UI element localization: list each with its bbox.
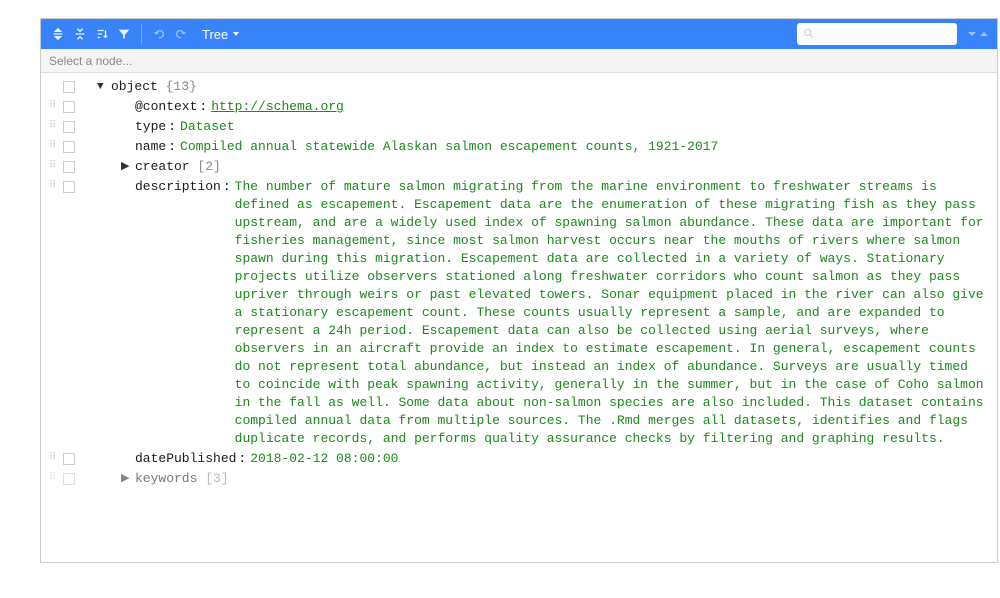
search-next-icon[interactable]	[967, 29, 977, 39]
search-prev-icon[interactable]	[979, 29, 989, 39]
context-menu-icon[interactable]	[63, 81, 75, 93]
drag-handle[interactable]: ⠿	[49, 138, 61, 156]
node-name[interactable]: ⠿ name : Compiled annual statewide Alask…	[41, 137, 997, 157]
collapse-toggle[interactable]: ▼	[97, 78, 111, 96]
mode-dropdown[interactable]: Tree	[202, 27, 240, 42]
undo-icon[interactable]	[150, 25, 168, 43]
node-key[interactable]: type	[135, 118, 166, 136]
node-key[interactable]: creator	[135, 158, 190, 176]
context-menu-icon[interactable]	[63, 121, 75, 133]
node-keywords[interactable]: ⠿ ▶ keywords [3]	[41, 469, 997, 489]
context-menu-icon[interactable]	[63, 453, 75, 465]
node-value[interactable]: The number of mature salmon migrating fr…	[235, 178, 989, 448]
node-value[interactable]: Compiled annual statewide Alaskan salmon…	[180, 138, 718, 156]
node-key[interactable]: datePublished	[135, 450, 236, 468]
mode-label: Tree	[202, 27, 228, 42]
search-box[interactable]	[797, 23, 957, 45]
node-key[interactable]: keywords	[135, 470, 197, 488]
search-icon	[803, 27, 815, 41]
drag-handle[interactable]: ⠿	[49, 158, 61, 176]
node-key[interactable]: name	[135, 138, 166, 156]
node-datepublished[interactable]: ⠿ datePublished : 2018-02-12 08:00:00	[41, 449, 997, 469]
node-count: [3]	[205, 470, 228, 488]
breadcrumb-placeholder: Select a node...	[49, 54, 132, 68]
drag-handle[interactable]: ⠿	[49, 118, 61, 136]
filter-icon[interactable]	[115, 25, 133, 43]
json-editor: Tree Select a node... ▼ object {13} ⠿	[40, 18, 998, 563]
node-key[interactable]: object	[111, 78, 158, 96]
node-root[interactable]: ▼ object {13}	[41, 77, 997, 97]
toolbar: Tree	[41, 19, 997, 49]
expand-toggle[interactable]: ▶	[121, 158, 135, 176]
redo-icon[interactable]	[172, 25, 190, 43]
breadcrumb-bar[interactable]: Select a node...	[41, 49, 997, 73]
drag-handle[interactable]: ⠿	[49, 98, 61, 116]
node-count: {13}	[166, 78, 197, 96]
context-menu-icon[interactable]	[63, 141, 75, 153]
context-menu-icon[interactable]	[63, 473, 75, 485]
expand-all-icon[interactable]	[49, 25, 67, 43]
search-input[interactable]	[819, 27, 951, 41]
sort-icon[interactable]	[93, 25, 111, 43]
drag-handle[interactable]: ⠿	[49, 470, 61, 488]
node-context[interactable]: ⠿ @context : http://schema.org	[41, 97, 997, 117]
context-menu-icon[interactable]	[63, 181, 75, 193]
node-description[interactable]: ⠿ description : The number of mature sal…	[41, 177, 997, 449]
context-menu-icon[interactable]	[63, 101, 75, 113]
drag-handle[interactable]: ⠿	[49, 178, 61, 196]
node-count: [2]	[197, 158, 220, 176]
node-creator[interactable]: ⠿ ▶ creator [2]	[41, 157, 997, 177]
node-key[interactable]: @context	[135, 98, 197, 116]
context-menu-icon[interactable]	[63, 161, 75, 173]
node-key[interactable]: description	[135, 178, 221, 196]
node-type[interactable]: ⠿ type : Dataset	[41, 117, 997, 137]
tree-area[interactable]: ▼ object {13} ⠿ @context : http://schema…	[41, 73, 997, 562]
node-value-link[interactable]: http://schema.org	[211, 98, 344, 116]
node-value[interactable]: 2018-02-12 08:00:00	[250, 450, 398, 468]
chevron-down-icon	[232, 30, 240, 38]
divider	[141, 24, 142, 44]
collapse-all-icon[interactable]	[71, 25, 89, 43]
node-value[interactable]: Dataset	[180, 118, 235, 136]
expand-toggle[interactable]: ▶	[121, 470, 135, 488]
drag-handle[interactable]: ⠿	[49, 450, 61, 468]
